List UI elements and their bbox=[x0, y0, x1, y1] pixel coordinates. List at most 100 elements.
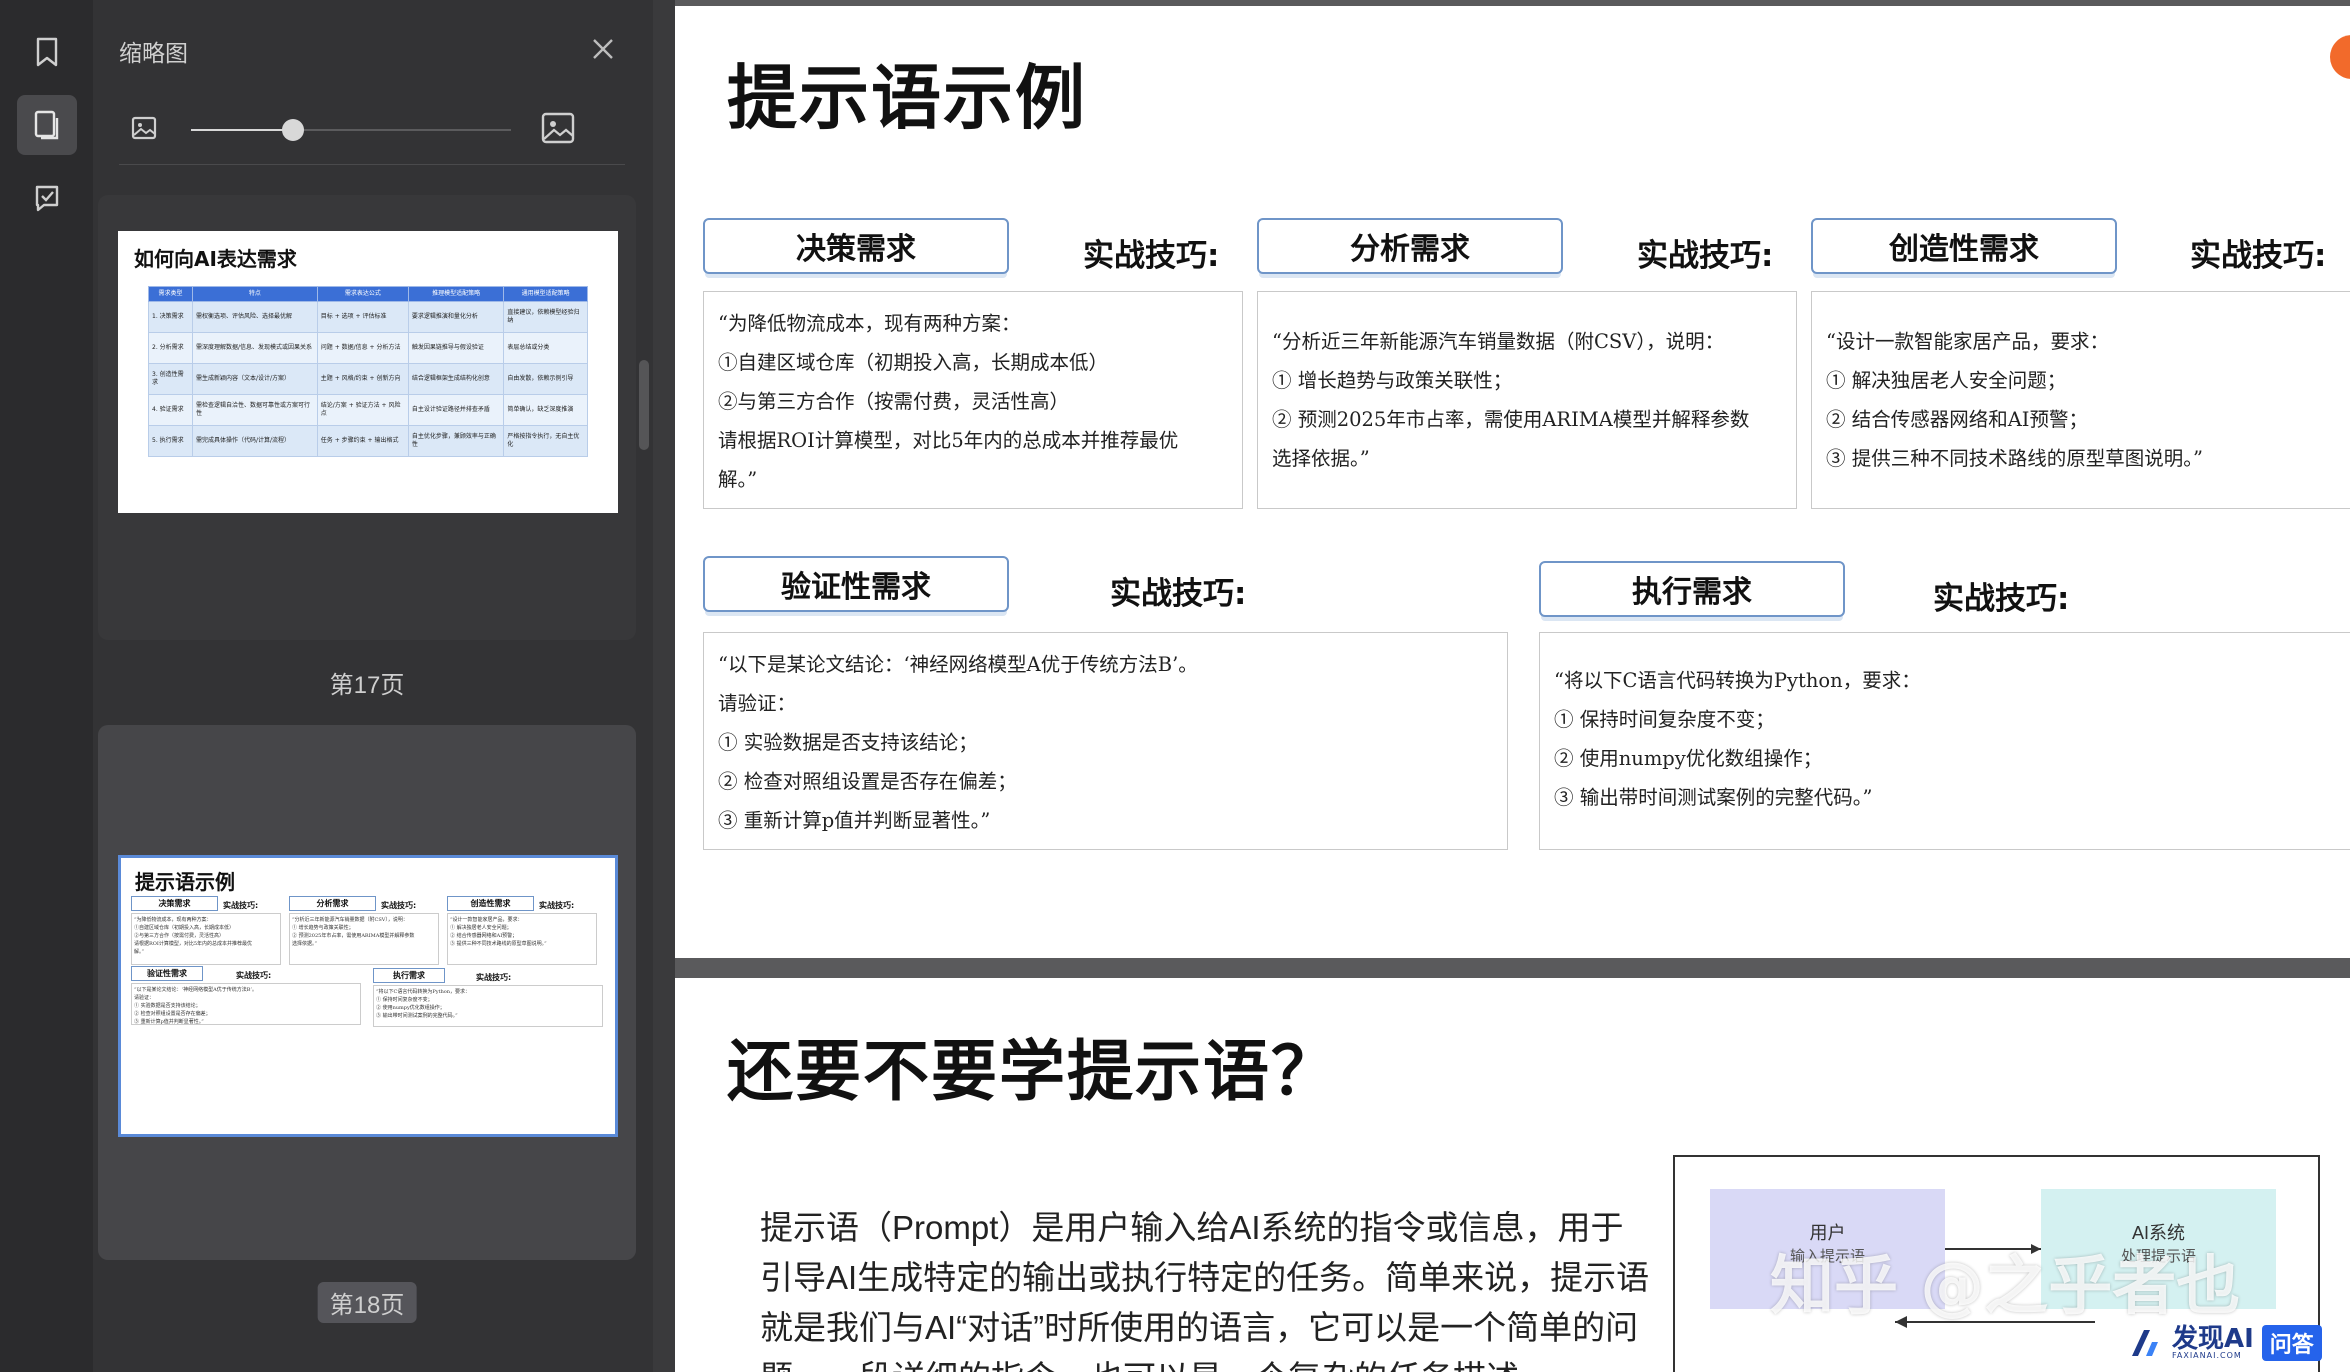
thumb-table-cell: 结合逻辑框架生成结构化创意 bbox=[407, 363, 505, 395]
thumb-table-cell: 目标 + 选项 + 评估标准 bbox=[316, 301, 409, 333]
mini-example-box: “以下是某论文结论：‘神经网络模型A优于传统方法B’。 请验证： ① 实验数据是否支… bbox=[131, 983, 361, 1025]
slide-title: 提示语示例 bbox=[727, 57, 1087, 139]
slide-18: 提示语示例 决策需求 实战技巧: “为降低物流成本，现有两种方案： ①自建区域仓库… bbox=[675, 6, 2350, 958]
thumb-table-header: 需求类型 bbox=[148, 286, 193, 302]
page-thumbnail-18[interactable]: 提示语示例 决策需求 实战技巧: “为降低物流成本，现有两种方案： ①自建区域仓库（初… bbox=[98, 725, 636, 1260]
thumb-table-cell: 需检查逻辑自洽性、数据可靠性或方案可行性 bbox=[191, 394, 318, 426]
mini-skill-label: 实战技巧: bbox=[223, 901, 259, 910]
mini-skill-label: 实战技巧: bbox=[476, 973, 512, 982]
thumb-table-cell: 要求逻辑推演和量化分析 bbox=[407, 301, 505, 333]
thumb-table-header: 特点 bbox=[191, 286, 318, 302]
thumb-table-header: 通用模型适配策略 bbox=[503, 286, 588, 302]
tag-verification: 验证性需求 bbox=[703, 556, 1009, 612]
brand-name: 发现AI bbox=[2172, 1324, 2254, 1354]
annotation-list-icon[interactable] bbox=[17, 168, 77, 228]
tag-decision: 决策需求 bbox=[703, 218, 1009, 274]
skill-label: 实战技巧: bbox=[2190, 238, 2327, 274]
thumb-table-cell: 1. 决策需求 bbox=[148, 301, 193, 333]
panel-gutter bbox=[653, 0, 675, 1372]
thumbnail-table: 需求类型 特点 需求表达公式 推理模型适配策略 通用模型适配策略 1. 决策需求 需权衡选项… bbox=[148, 286, 588, 457]
tag-creative: 创造性需求 bbox=[1811, 218, 2117, 274]
skill-label: 实战技巧: bbox=[1110, 576, 1247, 612]
mini-skill-label: 实战技巧: bbox=[236, 971, 272, 980]
example-box-decision: “为降低物流成本，现有两种方案： ①自建区域仓库（初期投入高，长期成本低） ②与第三… bbox=[703, 291, 1243, 509]
thumb-table-cell: 需完成具体操作（代码/计算/流程） bbox=[191, 425, 318, 457]
thumbnail-view-icon[interactable] bbox=[17, 95, 77, 155]
document-view[interactable]: 提示语示例 决策需求 实战技巧: “为降低物流成本，现有两种方案： ①自建区域仓库… bbox=[675, 0, 2350, 1372]
thumb-table-cell: 严格按指令执行，无自主优化 bbox=[503, 425, 588, 457]
thumbnail-panel: 缩略图 如何向AI表达需求 需求类型 特点 需求表达公式 推理模型适配策略 通用模型适配… bbox=[93, 0, 653, 1372]
thumb-table-cell: 需深度理解数据/信息、发现模式或因果关系 bbox=[191, 332, 318, 364]
table-row: 4. 验证需求 需检查逻辑自洽性、数据可靠性或方案可行性 结论/方案 + 验证方法 … bbox=[148, 394, 588, 426]
panel-divider bbox=[119, 164, 625, 165]
mini-example-box: “为降低物流成本，现有两种方案： ①自建区域仓库（初期投入高，长期成本低） ②与第三… bbox=[131, 913, 281, 965]
brand-badge: 问答 bbox=[2261, 1325, 2322, 1361]
thumb-table-cell: 直接建议，依赖模型经验归纳 bbox=[503, 301, 588, 333]
thumb-table-cell: 自主优化步骤，兼顾效率与正确性 bbox=[407, 425, 505, 457]
thumb-table-cell: 需权衡选项、评估风险、选择最优解 bbox=[191, 301, 318, 333]
panel-title: 缩略图 bbox=[119, 40, 188, 66]
watermark-text: 知乎 @之乎者也 bbox=[1770, 1250, 2241, 1324]
tag-analysis: 分析需求 bbox=[1257, 218, 1563, 274]
thumbnail-image: 提示语示例 决策需求 实战技巧: “为降低物流成本，现有两种方案： ①自建区域仓库（初… bbox=[118, 855, 618, 1137]
mini-example-box: “设计一款智能家居产品，要求： ① 解决独居老人安全问题； ② 结合传感器网络和AI… bbox=[447, 913, 597, 965]
skill-label: 实战技巧: bbox=[1083, 238, 1220, 274]
thumb-table-cell: 自由发散，依赖示例引导 bbox=[503, 363, 588, 395]
brand-domain: FAXIANAI.COM bbox=[2172, 1351, 2242, 1360]
thumb-table-cell: 结论/方案 + 验证方法 + 风险点 bbox=[316, 394, 409, 426]
thumb-table-cell: 5. 执行需求 bbox=[148, 425, 193, 457]
mini-skill-label: 实战技巧: bbox=[539, 901, 575, 910]
mini-tag: 决策需求 bbox=[131, 896, 218, 911]
bookmark-icon[interactable] bbox=[17, 22, 77, 82]
brand-logo: 发现AI FAXIANAI.COM 问答 bbox=[2130, 1325, 2322, 1361]
slider-knob[interactable] bbox=[282, 119, 305, 141]
page-label-17: 第17页 bbox=[329, 672, 405, 699]
skill-label: 实战技巧: bbox=[1933, 581, 2070, 617]
thumbnail-image: 如何向AI表达需求 需求类型 特点 需求表达公式 推理模型适配策略 通用模型适配策略 1.… bbox=[118, 231, 618, 513]
thumb-table-cell: 表层总结或分类 bbox=[503, 332, 588, 364]
mini-tag: 执行需求 bbox=[373, 968, 445, 983]
thumb-table-cell: 主题 + 风格/约束 + 创新方向 bbox=[316, 363, 409, 395]
thumb-table-header: 推理模型适配策略 bbox=[407, 286, 505, 302]
thumb-table-cell: 问题 + 数据/信息 + 分析方法 bbox=[316, 332, 409, 364]
close-icon[interactable] bbox=[590, 36, 616, 62]
thumb-table-cell: 自主设计验证路径并排查矛盾 bbox=[407, 394, 505, 426]
thumb-table-header: 需求表达公式 bbox=[316, 286, 409, 302]
example-box-execution: “将以下C语言代码转换为Python，要求： ① 保持时间复杂度不变； ② 使用nu… bbox=[1539, 632, 2350, 850]
slide-title: 还要不要学提示语？ bbox=[727, 1033, 1339, 1110]
mini-tag: 验证性需求 bbox=[131, 966, 203, 981]
mini-tag: 分析需求 bbox=[289, 896, 376, 911]
thumb-table-cell: 4. 验证需求 bbox=[148, 394, 193, 426]
thumb-table-cell: 任务 + 步骤约束 + 输出格式 bbox=[316, 425, 409, 457]
panel-scrollbar[interactable] bbox=[639, 360, 649, 450]
thumb-table-cell: 简单确认，缺乏深度推演 bbox=[503, 394, 588, 426]
mini-example-box: “分析近三年新能源汽车销量数据（附CSV），说明： ① 增长趋势与政策关联性； ② … bbox=[289, 913, 439, 965]
mini-tag: 创造性需求 bbox=[447, 896, 534, 911]
thumbnail-size-slider[interactable] bbox=[93, 105, 653, 155]
table-row: 2. 分析需求 需深度理解数据/信息、发现模式或因果关系 问题 + 数据/信息 + … bbox=[148, 332, 588, 364]
table-row: 5. 执行需求 需完成具体操作（代码/计算/流程） 任务 + 步骤约束 + 输出格式… bbox=[148, 425, 588, 457]
mini-skill-label: 实战技巧: bbox=[381, 901, 417, 910]
large-image-icon[interactable] bbox=[541, 111, 575, 149]
table-row: 3. 创造性需求 需生成新颖内容（文本/设计/方案） 主题 + 风格/约束 + 创新… bbox=[148, 363, 588, 395]
thumb-table-cell: 2. 分析需求 bbox=[148, 332, 193, 364]
thumbnail-title: 如何向AI表达需求 bbox=[134, 247, 297, 271]
slider-fill bbox=[191, 129, 294, 131]
tag-execution: 执行需求 bbox=[1539, 561, 1845, 617]
page-label-18: 第18页 bbox=[317, 1282, 417, 1323]
page-thumbnail-17[interactable]: 如何向AI表达需求 需求类型 特点 需求表达公式 推理模型适配策略 通用模型适配策略 1.… bbox=[98, 195, 636, 640]
table-row: 1. 决策需求 需权衡选项、评估风险、选择最优解 目标 + 选项 + 评估标准 要求逻… bbox=[148, 301, 588, 333]
thumb-table-cell: 触发因果链推导与假设验证 bbox=[407, 332, 505, 364]
thumb-table-cell: 3. 创造性需求 bbox=[148, 363, 193, 395]
thumbnail-title: 提示语示例 bbox=[135, 870, 235, 894]
example-box-creative: “设计一款智能家居产品，要求： ① 解决独居老人安全问题； ② 结合传感器网络和AI… bbox=[1811, 291, 2350, 509]
thumb-table-cell: 需生成新颖内容（文本/设计/方案） bbox=[191, 363, 318, 395]
tool-rail bbox=[0, 0, 94, 1372]
small-image-icon[interactable] bbox=[131, 115, 157, 145]
example-box-analysis: “分析近三年新能源汽车销量数据（附CSV），说明： ① 增长趋势与政策关联性； ② … bbox=[1257, 291, 1797, 509]
skill-label: 实战技巧: bbox=[1637, 238, 1774, 274]
example-box-verification: “以下是某论文结论：‘神经网络模型A优于传统方法B’。 请验证： ① 实验数据是否支… bbox=[703, 632, 1508, 850]
intro-paragraph: 提示语（Prompt）是用户输入给AI系统的指令或信息，用于 引导AI生成特定的输… bbox=[760, 1209, 1650, 1372]
mini-example-box: “将以下C语言代码转换为Python，要求： ① 保持时间复杂度不变； ② 使用nu… bbox=[373, 985, 603, 1027]
brand-mark-icon bbox=[2132, 1330, 2158, 1356]
